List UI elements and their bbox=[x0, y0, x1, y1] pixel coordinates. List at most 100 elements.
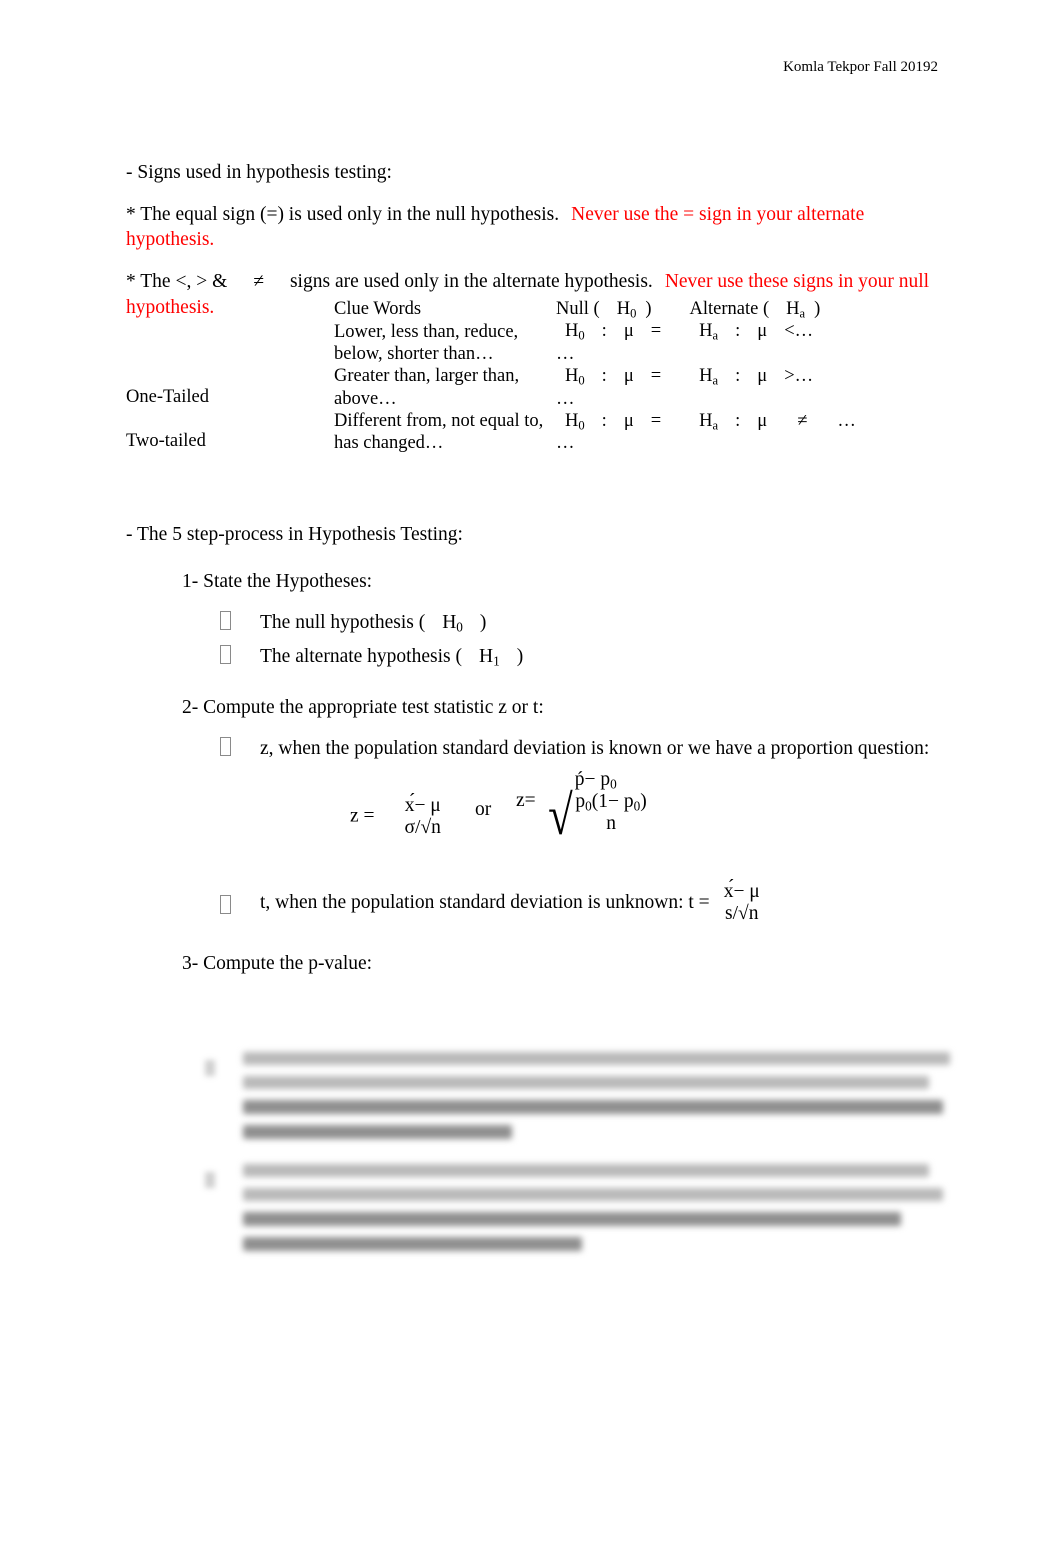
row-type-label: One-Tailed bbox=[126, 386, 209, 407]
redacted-blurred-section bbox=[205, 1052, 950, 1276]
null-colon: : bbox=[601, 365, 607, 386]
bullet-text-a: The alternate hypothesis ( bbox=[260, 646, 462, 668]
step-3-label: 3- Compute the p-value: bbox=[182, 952, 373, 974]
z-denominator: σ/√n bbox=[404, 816, 441, 838]
alt-header-h: H bbox=[786, 299, 800, 319]
table-row: Two-tailed Different from, not equal to,… bbox=[126, 410, 946, 455]
steps-heading: - The 5 step-process in Hypothesis Testi… bbox=[126, 524, 463, 545]
blurred-line bbox=[243, 1237, 583, 1251]
alt-operator: ≠ bbox=[797, 410, 808, 431]
z-formula-block: z = х́− μ σ/√n or z= ṕ− p0 √ p0(1− p0) n bbox=[220, 769, 956, 865]
p-hat: ṕ bbox=[574, 769, 585, 791]
null-sub: 0 bbox=[578, 373, 585, 388]
p0-sub: 0 bbox=[585, 798, 592, 814]
bullet-tofu-icon bbox=[205, 1172, 215, 1188]
z-statistic-bullet-text: z, when the population standard deviatio… bbox=[260, 737, 930, 759]
row-hypotheses-different: H0: μ = Ha: μ ≠… … bbox=[556, 410, 946, 455]
table: Clue Words Null (H0) Alternate (Ha) Lower… bbox=[126, 298, 946, 454]
bullet-tofu-icon bbox=[220, 736, 231, 756]
square-root-group: √ p0(1− p0) n bbox=[545, 788, 647, 843]
z-prop-denominator: √ p0(1− p0) n bbox=[545, 788, 647, 843]
blurred-paragraph bbox=[243, 1164, 950, 1262]
alt-header-close: ) bbox=[814, 299, 821, 319]
alt-operator: > bbox=[784, 365, 795, 386]
alt-colon: : bbox=[735, 321, 741, 342]
radicand-denominator: n bbox=[606, 812, 616, 834]
document-page: Komla Tekpor Fall 20192 - Signs used in … bbox=[0, 0, 1062, 1561]
blurred-line bbox=[243, 1188, 943, 1201]
blurred-line bbox=[243, 1100, 943, 1114]
bullet-sub: 0 bbox=[456, 619, 463, 635]
radicand-numerator: p0(1− p0) bbox=[575, 791, 646, 813]
table-header-row: Clue Words Null (H0) Alternate (Ha) bbox=[126, 298, 946, 320]
bullet-sub: 1 bbox=[493, 653, 500, 669]
bullet-h: H bbox=[478, 646, 494, 668]
null-header-open: Null ( bbox=[556, 299, 600, 319]
t-fraction: х́− μ s/√n bbox=[724, 881, 760, 925]
z-prop-label: z= bbox=[516, 790, 536, 812]
list-item: z, when the population standard deviatio… bbox=[220, 735, 956, 761]
null-operator: = bbox=[650, 365, 662, 386]
row-type-label: Two-tailed bbox=[126, 431, 206, 452]
row-type-one-tailed: One-Tailed bbox=[126, 365, 334, 410]
alt-operator: < bbox=[784, 321, 795, 342]
bullet-text-a: The null hypothesis ( bbox=[260, 611, 426, 633]
null-hypothesis-bullet-text: The null hypothesis (H0) bbox=[260, 610, 486, 635]
alternate-hypothesis-bullet-text: The alternate hypothesis ( H1) bbox=[260, 644, 523, 669]
one-minus-p: (1− p bbox=[591, 790, 634, 812]
alt-h: H bbox=[699, 410, 713, 431]
row-clue-words-greater: Greater than, larger than, above… bbox=[334, 366, 520, 409]
alt-ellipsis: … bbox=[794, 321, 814, 342]
alt-sub: a bbox=[712, 418, 719, 433]
list-item bbox=[205, 1164, 950, 1262]
bullet-text-b: ) bbox=[516, 646, 524, 668]
wrap-ellipsis: … bbox=[556, 388, 575, 409]
t-statistic-row: t, when the population standard deviatio… bbox=[220, 881, 956, 925]
list-item bbox=[205, 1052, 950, 1150]
intro-line-equal-sign: * The equal sign (=) is used only in the… bbox=[126, 202, 940, 253]
row-hypotheses-greater: H0: μ = Ha: μ >… … bbox=[556, 365, 946, 410]
paren-close: ) bbox=[640, 790, 647, 812]
null-h: H bbox=[565, 321, 579, 342]
null-header-h: H bbox=[616, 299, 631, 319]
page-header: Komla Tekpor Fall 20192 bbox=[783, 59, 938, 75]
bullet-tofu-icon bbox=[205, 1060, 215, 1076]
wrap-ellipsis: … bbox=[556, 433, 575, 454]
row-hypotheses-lower: H0: μ = Ha: μ <… … bbox=[556, 320, 946, 365]
table-row: One-Tailed Greater than, larger than, ab… bbox=[126, 365, 946, 410]
alt-sub: a bbox=[712, 328, 719, 343]
row-type-blank bbox=[126, 320, 334, 365]
alt-ellipsis: … bbox=[794, 365, 814, 386]
null-sub: 0 bbox=[578, 328, 585, 343]
bullet-tofu-icon bbox=[220, 895, 231, 915]
five-step-process-section: - The 5 step-process in Hypothesis Testi… bbox=[126, 522, 956, 976]
null-sub: 0 bbox=[578, 418, 585, 433]
alt-mu: μ bbox=[757, 365, 768, 386]
null-mu: μ bbox=[623, 365, 634, 386]
z-formula-proportion: z= ṕ− p0 √ p0(1− p0) n bbox=[516, 769, 647, 844]
null-colon: : bbox=[601, 410, 607, 431]
bullet-tofu-icon bbox=[220, 645, 231, 665]
blurred-line bbox=[243, 1052, 950, 1065]
z-formula-mean: z = х́− μ σ/√n bbox=[350, 795, 441, 839]
list-item: The null hypothesis (H0) bbox=[220, 609, 956, 635]
null-h: H bbox=[565, 410, 579, 431]
null-header-close: ) bbox=[645, 299, 652, 319]
null-header-sub: 0 bbox=[630, 306, 637, 321]
null-operator: = bbox=[650, 321, 662, 342]
list-item: The alternate hypothesis ( H1) bbox=[220, 643, 956, 669]
row-clue-words-lower: Lower, less than, reduce, below, shorter… bbox=[334, 321, 519, 364]
row-clue-words-different: Different from, not equal to, has change… bbox=[334, 411, 544, 454]
alt-h: H bbox=[699, 365, 713, 386]
inequality-black-text-a: * The <, > & bbox=[126, 271, 228, 293]
table-row: Lower, less than, reduce, below, shorter… bbox=[126, 320, 946, 365]
t-numerator: х́− μ bbox=[723, 881, 760, 903]
formula-or-connector: or bbox=[475, 799, 492, 821]
alt-header-open: Alternate ( bbox=[689, 299, 770, 319]
inequality-black-text-b: signs are used only in the alternate hyp… bbox=[289, 271, 653, 293]
intro-line-signs: - Signs used in hypothesis testing: bbox=[126, 162, 392, 183]
row-type-two-tailed: Two-tailed bbox=[126, 410, 334, 455]
radicand: p0(1− p0) n bbox=[575, 791, 646, 835]
p-null-sub: 0 bbox=[610, 776, 617, 792]
p-minus: − p bbox=[584, 769, 611, 791]
